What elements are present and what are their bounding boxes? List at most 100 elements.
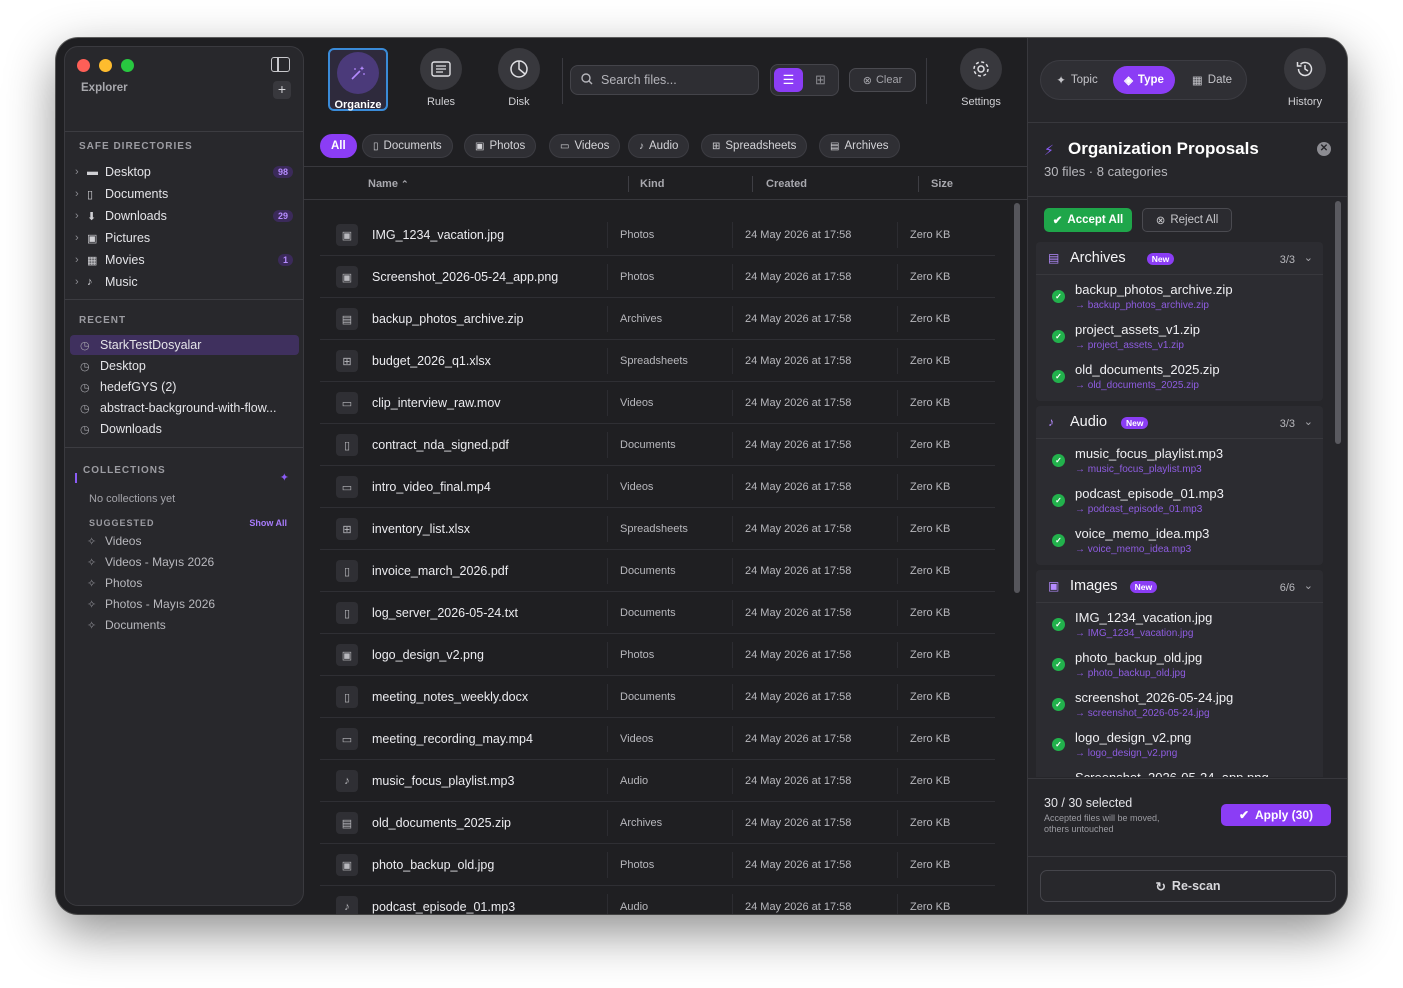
filter-chip-photos[interactable]: ▣ Photos <box>464 134 537 158</box>
table-row[interactable]: ▭ clip_interview_raw.mov Videos 24 May 2026… <box>320 382 995 424</box>
chevron-down-icon[interactable]: ⌄ <box>1304 415 1313 428</box>
table-row[interactable]: ▭ intro_video_final.mp4 Videos 24 May 2026 … <box>320 466 995 508</box>
check-circle-icon[interactable]: ✓ <box>1052 290 1065 303</box>
filter-chip-audio[interactable]: ♪ Audio <box>628 134 690 158</box>
check-circle-icon[interactable]: ✓ <box>1052 534 1065 547</box>
apply-button[interactable]: ✔ Apply (30) <box>1221 804 1331 826</box>
table-row[interactable]: ♪ podcast_episode_01.mp3 Audio 24 May 2026 … <box>320 886 995 914</box>
proposal-item[interactable]: ✓ logo_design_v2.png → logo_design_v2.png <box>1036 726 1323 766</box>
proposal-item[interactable]: ✓ podcast_episode_01.mp3 → podcast_episode… <box>1036 482 1323 522</box>
table-row[interactable]: ▤ old_documents_2025.zip Archives 24 May 20… <box>320 802 995 844</box>
chevron-down-icon[interactable]: ⌄ <box>1304 251 1313 264</box>
clear-button[interactable]: ⊗ Clear <box>849 68 916 92</box>
check-circle-icon[interactable]: ✓ <box>1052 618 1065 631</box>
table-scrollbar[interactable] <box>1013 203 1021 914</box>
table-row[interactable]: ▣ logo_design_v2.png Photos 24 May 2026 at … <box>320 634 995 676</box>
proposal-item[interactable]: ✓ photo_backup_old.jpg → photo_backup_old.… <box>1036 646 1323 686</box>
filter-chip-all[interactable]: All <box>320 134 357 158</box>
search-input[interactable] <box>601 73 751 87</box>
sidebar-item-documents[interactable]: › ▯ Documents <box>75 184 293 204</box>
filter-chip-spreadsheets[interactable]: ⊞ Spreadsheets <box>701 134 808 158</box>
chevron-right-icon[interactable]: › <box>75 188 87 200</box>
list-view-icon[interactable]: ☰ <box>774 68 803 92</box>
recent-item[interactable]: ◷ StarkTestDosyalar <box>70 335 299 355</box>
table-row[interactable]: ▣ Screenshot_2026-05-24_app.png Photos 24 M… <box>320 256 995 298</box>
group-by-topic[interactable]: ✦ Topic <box>1045 66 1109 94</box>
proposal-item[interactable]: ✓ music_focus_playlist.mp3 → music_focus_p… <box>1036 442 1323 482</box>
settings-button[interactable]: Settings <box>951 48 1011 108</box>
sidebar-item-downloads[interactable]: › ⬇ Downloads 29 <box>75 206 293 226</box>
reject-all-button[interactable]: ⊗ Reject All <box>1142 208 1232 232</box>
add-directory-button[interactable]: + <box>273 81 291 99</box>
column-kind-header[interactable]: Kind <box>640 178 664 190</box>
recent-item[interactable]: ◷ abstract-background-with-flow... <box>70 398 299 418</box>
proposal-item[interactable]: ✓ IMG_1234_vacation.jpg → IMG_1234_vacatio… <box>1036 606 1323 646</box>
rules-button[interactable]: Rules <box>411 48 471 108</box>
chevron-right-icon[interactable]: › <box>75 210 87 222</box>
check-circle-icon[interactable]: ✓ <box>1052 658 1065 671</box>
column-size-header[interactable]: Size <box>931 178 953 190</box>
chevron-down-icon[interactable]: ⌄ <box>1304 579 1313 592</box>
filter-chip-documents[interactable]: ▯ Documents <box>362 134 453 158</box>
close-window-button[interactable] <box>77 59 90 72</box>
zoom-window-button[interactable] <box>121 59 134 72</box>
table-row[interactable]: ▣ photo_backup_old.jpg Photos 24 May 2026 a… <box>320 844 995 886</box>
proposal-item[interactable]: ✓ voice_memo_idea.mp3 → voice_memo_idea.mp… <box>1036 522 1323 562</box>
organize-button[interactable]: Organize <box>328 48 388 111</box>
column-created-header[interactable]: Created <box>766 178 807 190</box>
recent-item[interactable]: ◷ Desktop <box>70 356 299 376</box>
proposal-item[interactable]: ✓Screenshot_2026-05-24_app.png <box>1036 766 1323 777</box>
proposal-item[interactable]: ✓ old_documents_2025.zip → old_documents_2… <box>1036 358 1323 398</box>
category-header[interactable]: ▣ Images New 6/6 ⌄ <box>1036 570 1323 603</box>
sidebar-toggle-icon[interactable] <box>271 57 290 72</box>
disk-button[interactable]: Disk <box>489 48 549 108</box>
sidebar-item-music[interactable]: › ♪ Music <box>75 272 293 292</box>
suggested-collection[interactable]: ✧ Videos - Mayıs 2026 <box>87 555 214 569</box>
column-name-header[interactable]: Name ⌃ <box>368 178 409 190</box>
history-button[interactable]: History <box>1275 48 1335 108</box>
filter-chip-archives[interactable]: ▤ Archives <box>819 134 900 158</box>
recent-item[interactable]: ◷ hedefGYS (2) <box>70 377 299 397</box>
table-row[interactable]: ▤ backup_photos_archive.zip Archives 24 May… <box>320 298 995 340</box>
check-circle-icon[interactable]: ✓ <box>1052 330 1065 343</box>
rescan-button[interactable]: ↻ Re-scan <box>1040 870 1336 902</box>
table-row[interactable]: ⊞ inventory_list.xlsx Spreadsheets 24 May 2… <box>320 508 995 550</box>
filter-chip-videos[interactable]: ▭ Videos <box>549 134 621 158</box>
check-circle-icon[interactable]: ✓ <box>1052 494 1065 507</box>
chevron-right-icon[interactable]: › <box>75 166 87 178</box>
table-row[interactable]: ♪ music_focus_playlist.mp3 Audio 24 May 202… <box>320 760 995 802</box>
recent-item[interactable]: ◷ Downloads <box>70 419 299 439</box>
suggested-collection[interactable]: ✧ Photos - Mayıs 2026 <box>87 597 215 611</box>
category-header[interactable]: ♪ Audio New 3/3 ⌄ <box>1036 406 1323 439</box>
grid-view-icon[interactable]: ⊞ <box>806 68 835 92</box>
table-row[interactable]: ▯ log_server_2026-05-24.txt Documents 24 Ma… <box>320 592 995 634</box>
proposal-item[interactable]: ✓ backup_photos_archive.zip → backup_photo… <box>1036 278 1323 318</box>
proposal-item[interactable]: ✓ screenshot_2026-05-24.jpg → screenshot_2… <box>1036 686 1323 726</box>
scrollbar-thumb[interactable] <box>1014 203 1020 593</box>
check-circle-icon[interactable]: ✓ <box>1052 454 1065 467</box>
check-circle-icon[interactable]: ✓ <box>1052 698 1065 711</box>
search-field[interactable] <box>570 65 759 95</box>
table-row[interactable]: ▯ contract_nda_signed.pdf Documents 24 May … <box>320 424 995 466</box>
suggested-collection[interactable]: ✧ Photos <box>87 576 142 590</box>
sidebar-item-movies[interactable]: › ▦ Movies 1 <box>75 250 293 270</box>
proposal-item[interactable]: ✓ project_assets_v1.zip → project_assets_v… <box>1036 318 1323 358</box>
sidebar-item-desktop[interactable]: › ▬ Desktop 98 <box>75 162 293 182</box>
proposals-scrollbar[interactable] <box>1335 201 1341 444</box>
minimize-window-button[interactable] <box>99 59 112 72</box>
table-row[interactable]: ⊞ budget_2026_q1.xlsx Spreadsheets 24 May 2… <box>320 340 995 382</box>
chevron-right-icon[interactable]: › <box>75 276 87 288</box>
chevron-right-icon[interactable]: › <box>75 232 87 244</box>
close-proposals-icon[interactable]: ✕ <box>1317 142 1331 156</box>
check-circle-icon[interactable]: ✓ <box>1052 370 1065 383</box>
suggested-collection[interactable]: ✧ Documents <box>87 618 166 632</box>
sidebar-item-pictures[interactable]: › ▣ Pictures <box>75 228 293 248</box>
accept-all-button[interactable]: ✔ Accept All <box>1044 208 1132 232</box>
check-circle-icon[interactable]: ✓ <box>1052 738 1065 751</box>
chevron-right-icon[interactable]: › <box>75 254 87 266</box>
sparkle-icon[interactable]: ✦ <box>280 471 289 484</box>
table-row[interactable]: ▭ meeting_recording_may.mp4 Videos 24 May 2… <box>320 718 995 760</box>
group-by-date[interactable]: ▦ Date <box>1181 66 1243 94</box>
suggested-collection[interactable]: ✧ Videos <box>87 534 141 548</box>
group-by-type[interactable]: ◈ Type <box>1113 66 1175 94</box>
